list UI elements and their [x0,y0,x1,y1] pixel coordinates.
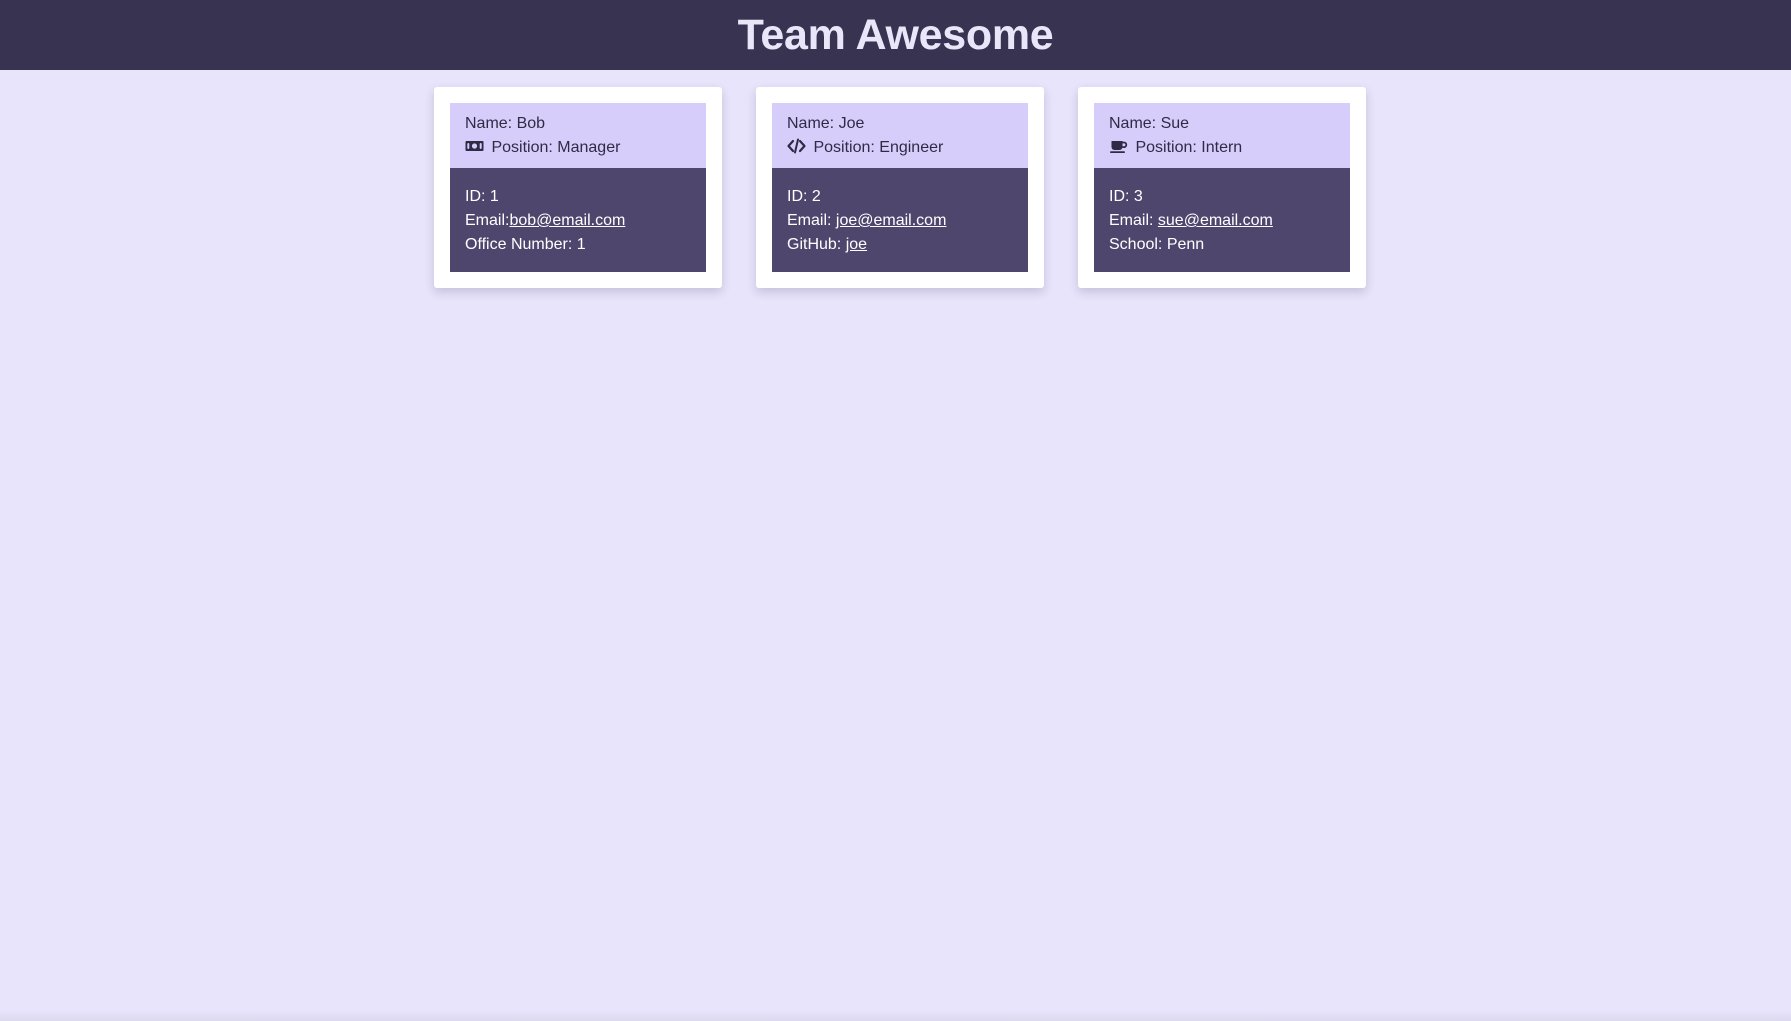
email-row: Email: sue@email.com [1109,209,1334,233]
position-row: Position: Intern [1109,136,1334,160]
office-number-value: 1 [576,236,586,253]
card-details: ID: 1 Email:bob@email.com Office Number:… [450,168,706,272]
office-number-row: Office Number: 1 [465,233,690,257]
email-label: Email: [1109,212,1154,229]
github-label: GitHub: [787,236,842,253]
employee-name: Bob [516,115,546,132]
employee-id: 1 [489,188,499,205]
position-row: Position: Manager [465,136,690,160]
office-number-label: Office Number: [465,236,573,253]
card-header: Name: Bob Position: Manager [450,103,706,168]
card-details: ID: 2 Email: joe@email.com GitHub: joe [772,168,1028,272]
employee-card-engineer: Name: Joe Position: Engineer ID: 2 Email… [756,87,1044,288]
name-row: Name: Sue [1109,112,1334,136]
card-details: ID: 3 Email: sue@email.com School: Penn [1094,168,1350,272]
employee-position: Engineer [879,139,944,156]
position-row: Position: Engineer [787,136,1012,160]
school-label: School: [1109,236,1163,253]
page-header: Team Awesome [0,0,1791,70]
name-row: Name: Joe [787,112,1012,136]
id-row: ID: 2 [787,185,1012,209]
card-header: Name: Sue Position: Intern [1094,103,1350,168]
employee-name: Joe [838,115,865,132]
email-link[interactable]: bob@email.com [509,212,625,229]
coffee-mug-icon [1109,138,1128,154]
school-row: School: Penn [1109,233,1334,257]
employee-id: 3 [1133,188,1143,205]
email-label: Email: [465,212,510,229]
bottom-edge-shadow [0,1011,1791,1021]
email-label: Email: [787,212,832,229]
card-header: Name: Joe Position: Engineer [772,103,1028,168]
email-link[interactable]: joe@email.com [836,212,947,229]
name-label: Name: [1109,115,1157,132]
github-link[interactable]: joe [846,236,867,253]
money-bill-icon [465,138,484,154]
id-label: ID: [1109,188,1130,205]
id-row: ID: 1 [465,185,690,209]
code-icon [787,138,806,154]
school-value: Penn [1166,236,1205,253]
name-label: Name: [465,115,513,132]
employee-id: 2 [811,188,821,205]
employee-position: Intern [1201,139,1243,156]
employee-name: Sue [1160,115,1190,132]
position-label: Position: [813,139,875,156]
page-title: Team Awesome [737,10,1054,59]
name-label: Name: [787,115,835,132]
employee-card-intern: Name: Sue Position: Intern ID: 3 Email: … [1078,87,1366,288]
name-row: Name: Bob [465,112,690,136]
email-link[interactable]: sue@email.com [1158,212,1273,229]
position-label: Position: [1135,139,1197,156]
id-label: ID: [787,188,808,205]
employee-card-manager: Name: Bob Position: Manager ID: 1 Email:… [434,87,722,288]
employee-position: Manager [557,139,621,156]
github-row: GitHub: joe [787,233,1012,257]
id-label: ID: [465,188,486,205]
email-row: Email: joe@email.com [787,209,1012,233]
email-row: Email:bob@email.com [465,209,690,233]
team-cards: Name: Bob Position: Manager ID: 1 Email:… [434,87,1366,288]
position-label: Position: [491,139,553,156]
id-row: ID: 3 [1109,185,1334,209]
